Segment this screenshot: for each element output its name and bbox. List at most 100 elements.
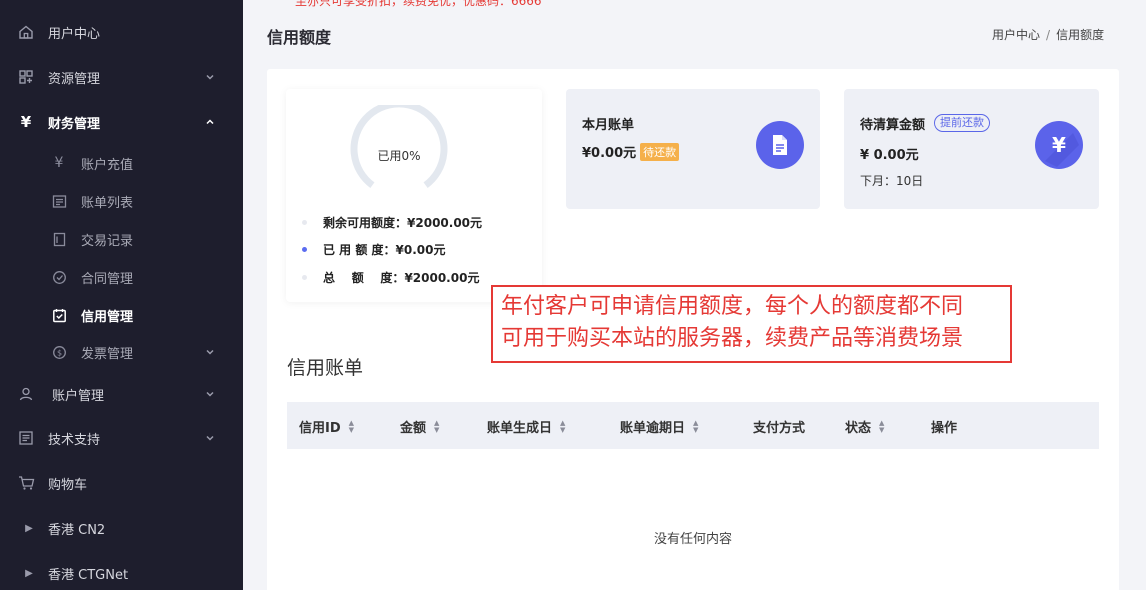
stat-value: ¥2000.00元 [404,270,480,285]
document-icon [756,121,804,169]
column-header-payment-method: 支付方式 [753,417,805,436]
stat-label: 剩余可用额度： [323,215,408,230]
sidebar-item-bill-list[interactable]: 账单列表 [0,184,243,218]
page-title: 信用额度 [267,28,332,47]
stat-label: 已 用 额 度： [323,242,396,257]
sidebar-item-label: 账户管理 [52,388,105,404]
triangle-right-icon: ▶ [25,522,33,534]
list-icon [50,192,68,210]
sidebar-item-cart[interactable]: 购物车 [0,465,243,501]
breadcrumb-link-user-center[interactable]: 用户中心 [992,28,1040,42]
column-header-bill-date[interactable]: 账单生成日 ▲ ▼ [487,417,565,436]
sidebar-item-account[interactable]: 账户管理 [0,376,243,412]
yen-icon: ¥ [20,113,32,131]
column-label: 金额 [400,421,427,436]
user-icon [17,385,35,403]
check-calendar-icon [50,306,68,324]
sort-icon: ▲ ▼ [693,418,699,434]
sidebar-item-support[interactable]: 技术支持 [0,420,243,456]
stat-used: 已 用 额 度： ¥0.00元 [302,240,446,258]
gauge-track [350,105,448,189]
sidebar-item-invoices[interactable]: $ 发票管理 [0,335,243,369]
promo-text: 至亦只可享受折扣，续费免优，优惠码：6666 [295,0,542,8]
column-header-status[interactable]: 状态 ▲ ▼ [845,417,884,436]
svg-text:$: $ [56,348,61,357]
sidebar-item-label: 财务管理 [48,116,101,132]
sidebar-item-label: 信用管理 [81,309,134,325]
yen-icon: ¥ [54,155,64,171]
legend-dot [302,219,307,225]
column-label: 信用ID [299,421,341,436]
sidebar-item-label: 交易记录 [81,233,134,249]
chevron-down-icon [204,388,216,400]
sidebar-item-user-center[interactable]: 用户中心 [0,14,243,50]
sidebar-item-credit-management[interactable]: 信用管理 [0,298,243,332]
sort-icon: ▲ ▼ [348,418,355,434]
status-badge: 待还款 [640,143,680,161]
yen-circle-icon: ¥ [1035,121,1083,169]
cart-icon [17,474,35,492]
sort-icon: ▲ ▼ [434,418,440,434]
annotation-callout: 年付客户可申请信用额度，每个人的额度都不同 可用于购买本站的服务器，续费产品等消… [491,285,1012,363]
sidebar-item-label: 账单列表 [81,195,134,211]
sidebar-item-label: 发票管理 [81,346,134,362]
column-header-overdue-date[interactable]: 账单逾期日 ▲ ▼ [620,417,698,436]
sidebar-item-label: 香港 CN2 [48,522,106,538]
column-header-actions: 操作 [931,417,957,436]
stat-remaining: 剩余可用额度： ¥2000.00元 [302,213,482,231]
sidebar-item-transactions[interactable]: 交易记录 [0,222,243,256]
grid-icon [17,68,35,86]
empty-state-text: 没有任何内容 [654,532,733,547]
breadcrumb: 用户中心 / 信用额度 [992,26,1104,43]
sidebar-item-resources[interactable]: 资源管理 [0,59,243,95]
sidebar-item-label: 购物车 [48,477,88,493]
due-date-label: 下月：10日 [860,174,924,188]
sort-icon: ▲ ▼ [879,418,885,434]
sidebar-item-recharge[interactable]: ¥ 账户充值 [0,146,243,180]
sidebar-item-label: 用户中心 [48,26,101,42]
chevron-down-icon [204,346,216,358]
annotation-line-2: 可用于购买本站的服务器，续费产品等消费场景 [501,326,964,351]
column-label: 支付方式 [753,421,806,436]
triangle-right-icon: ▶ [25,567,33,579]
pending-title: 待清算金额 [860,118,926,133]
annotation-line-1: 年付客户可申请信用额度，每个人的额度都不同 [501,294,964,319]
stat-total: 总 额 度： ¥2000.00元 [302,268,479,286]
stat-value: ¥0.00元 [395,242,446,257]
sidebar-item-label: 账户充值 [81,157,134,173]
column-label: 状态 [845,421,872,436]
column-header-amount[interactable]: 金额 ▲ ▼ [400,417,439,436]
monthly-bill-title: 本月账单 [582,118,635,133]
column-label: 账单逾期日 [620,421,686,436]
column-header-credit-id[interactable]: 信用ID ▲ ▼ [299,417,354,436]
sidebar-item-finance[interactable]: ¥ 财务管理 [0,104,243,140]
pending-amount: ¥ 0.00元 [860,148,919,163]
sidebar-item-hk-ctgnet[interactable]: ▶ 香港 CTGNet [0,555,243,590]
stat-label: 总 额 度： [323,270,405,285]
sidebar-item-label: 合同管理 [81,271,134,287]
column-label: 操作 [931,421,958,436]
sidebar-item-contracts[interactable]: 合同管理 [0,260,243,294]
sidebar: 用户中心 资源管理 ¥ 财务管理 ¥ 账户充值 账单列表 交易记录 合同管理 信… [0,0,243,590]
sidebar-item-label: 资源管理 [48,71,101,87]
chevron-up-icon [204,116,216,128]
credit-bills-title: 信用账单 [287,357,364,379]
legend-dot [302,274,307,280]
sort-icon: ▲ ▼ [560,418,566,434]
breadcrumb-separator: / [1046,28,1051,42]
sidebar-item-label: 香港 CTGNet [48,567,129,583]
credit-bills-table-header: 信用ID ▲ ▼ 金额 ▲ ▼ 账单生成日 ▲ ▼ 账单逾期日 ▲ ▼ 支付方式 状态 … [287,402,1099,449]
chevron-down-icon [204,432,216,444]
home-icon [17,23,35,41]
chevron-down-icon [204,71,216,83]
breadcrumb-current: 信用额度 [1056,28,1105,42]
contract-icon [50,268,68,286]
monthly-bill-amount-row: ¥0.00元 待还款 [582,142,680,161]
sidebar-item-hk-cn2[interactable]: ▶ 香港 CN2 [0,510,243,546]
gauge-percent-label: 已用0% [377,149,421,163]
record-icon [50,230,68,248]
sidebar-item-label: 技术支持 [48,432,101,448]
support-icon [17,429,35,447]
svg-text:¥: ¥ [1052,133,1066,157]
early-repay-button[interactable]: 提前还款 [934,114,990,132]
